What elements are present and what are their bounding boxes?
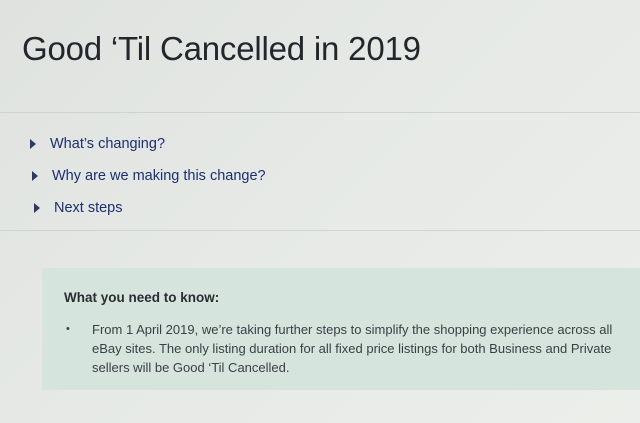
accordion: What’s changing? Why are we making this …: [30, 128, 590, 224]
divider: [0, 230, 640, 231]
caret-right-icon: [30, 139, 36, 149]
notice-title: What you need to know:: [64, 290, 220, 305]
page-title: Good ‘Til Cancelled in 2019: [22, 30, 421, 67]
caret-right-icon: [32, 171, 38, 181]
info-notice-box: What you need to know: • From 1 April 20…: [42, 268, 640, 390]
accordion-item-why-change[interactable]: Why are we making this change?: [32, 160, 590, 192]
notice-list: • From 1 April 2019, we’re taking furthe…: [66, 320, 626, 377]
notice-bullet-text: From 1 April 2019, we’re taking further …: [92, 322, 613, 375]
list-item: • From 1 April 2019, we’re taking furthe…: [66, 320, 626, 377]
accordion-item-whats-changing[interactable]: What’s changing?: [30, 128, 590, 160]
accordion-item-label: Why are we making this change?: [52, 168, 266, 184]
bullet-icon: •: [66, 323, 70, 335]
accordion-item-label: What’s changing?: [50, 136, 166, 152]
divider: [0, 112, 640, 113]
caret-right-icon: [34, 203, 40, 213]
accordion-item-next-steps[interactable]: Next steps: [34, 192, 590, 224]
accordion-item-label: Next steps: [54, 200, 123, 216]
